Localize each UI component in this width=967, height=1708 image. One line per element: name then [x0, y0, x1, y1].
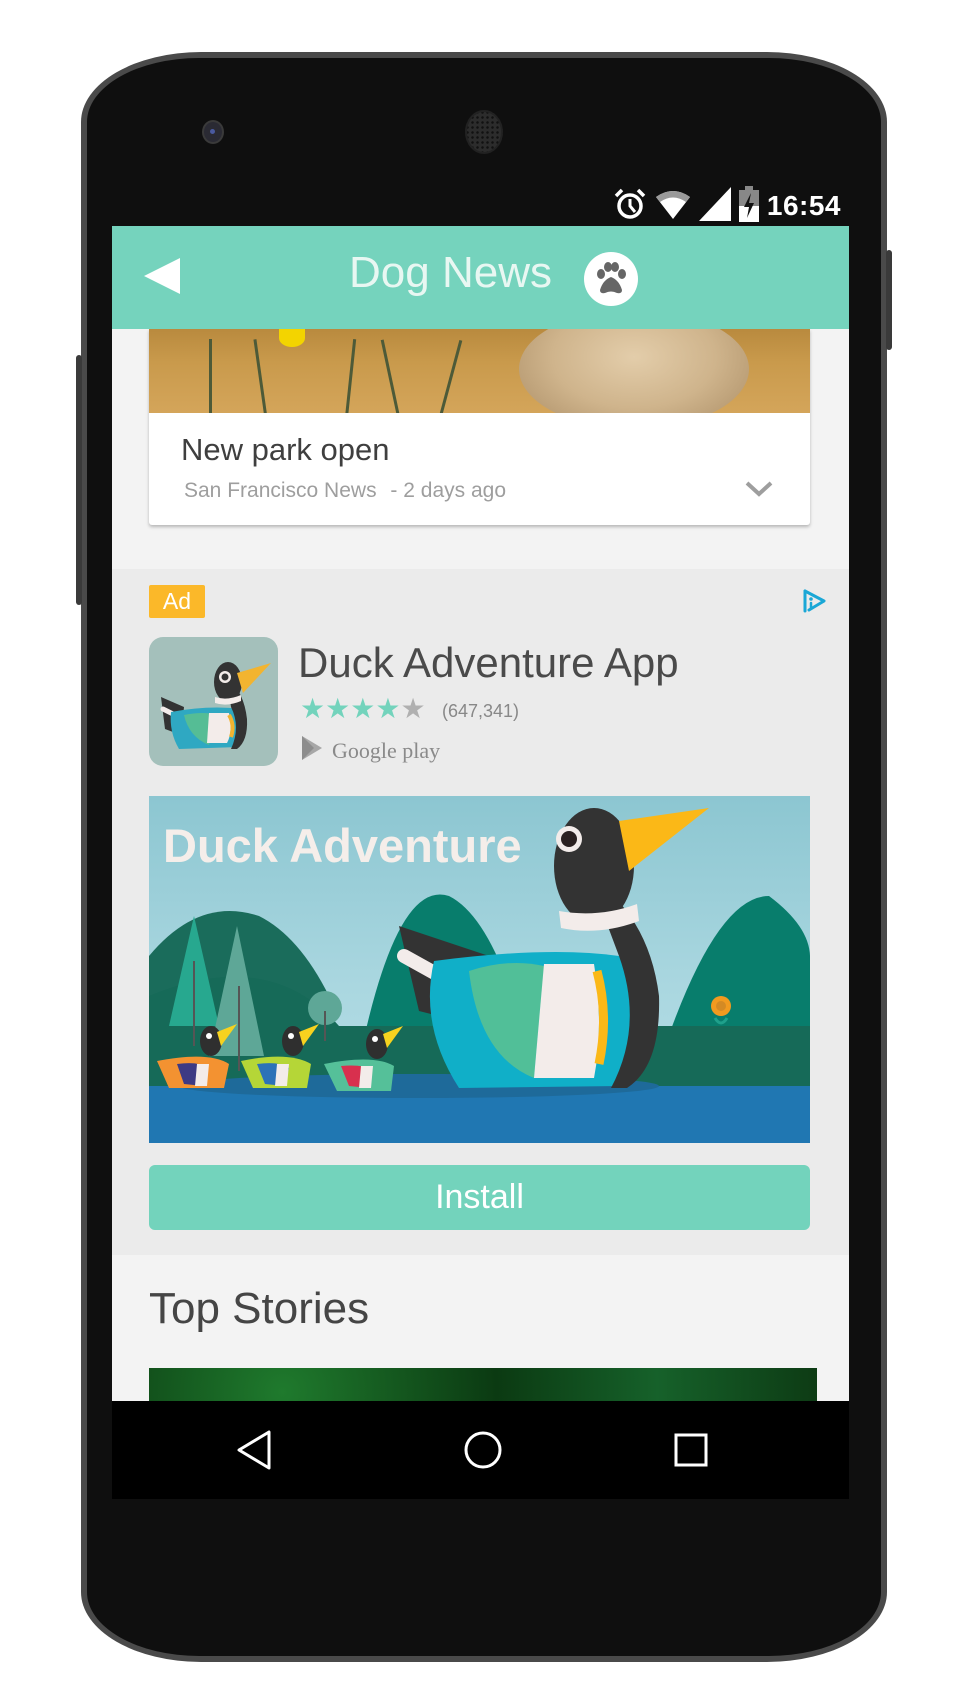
star-filled-icon: ★ [350, 693, 376, 724]
section-title: Top Stories [149, 1284, 370, 1333]
news-card-meta: San Francisco News - 2 days ago [184, 479, 506, 503]
app-title: Dog News [349, 248, 552, 297]
star-filled-icon: ★ [375, 693, 401, 724]
news-card[interactable]: New park open San Francisco News - 2 day… [149, 329, 810, 525]
clock: 16:54 [766, 190, 841, 221]
banner-title: Duck Adventure [163, 819, 522, 872]
paw-icon [584, 252, 638, 306]
flower [279, 329, 305, 347]
news-time: - 2 days ago [390, 479, 506, 502]
star-rating: ★ ★ ★ ★ ★ [300, 695, 426, 723]
earpiece-speaker [465, 110, 503, 154]
cellular-signal-icon [698, 186, 731, 226]
alarm-icon [613, 188, 647, 225]
navigation-bar [112, 1401, 849, 1499]
phone-side-button-left [76, 355, 82, 605]
status-bar: 16:54 [112, 185, 849, 227]
adchoices-icon[interactable] [801, 587, 827, 615]
app-bar: Dog News [112, 226, 849, 329]
star-empty-icon: ★ [400, 693, 426, 724]
star-filled-icon: ★ [325, 693, 351, 724]
app-icon[interactable] [149, 637, 278, 766]
chevron-down-icon[interactable] [744, 479, 774, 499]
battery-charging-icon [738, 185, 759, 227]
nav-back-icon[interactable] [214, 1401, 294, 1499]
google-play-badge: Google play [300, 735, 440, 767]
star-filled-icon: ★ [300, 693, 326, 724]
news-source: San Francisco News [184, 479, 377, 502]
app-screen: New park open San Francisco News - 2 day… [112, 226, 849, 1401]
google-play-label: Google play [332, 738, 441, 763]
ad-app-name[interactable]: Duck Adventure App [298, 639, 679, 687]
front-camera [202, 120, 224, 144]
nav-home-icon[interactable] [443, 1401, 523, 1499]
wifi-icon [655, 189, 691, 224]
top-story-image[interactable] [149, 1368, 817, 1401]
install-button[interactable]: Install [149, 1165, 810, 1230]
ad-badge: Ad [149, 585, 205, 618]
dog-photo [519, 329, 749, 413]
ad-banner-image[interactable]: Duck Adventure [149, 796, 810, 1143]
news-card-image [149, 329, 810, 413]
nav-recents-icon[interactable] [651, 1401, 731, 1499]
google-play-icon [300, 735, 324, 767]
phone-power-button [886, 250, 892, 350]
news-card-title[interactable]: New park open [181, 432, 390, 468]
native-ad: Ad Duck Adventure App ★ ★ ★ ★ ★ (647,341) [112, 569, 849, 1255]
rating-count: (647,341) [442, 701, 520, 721]
